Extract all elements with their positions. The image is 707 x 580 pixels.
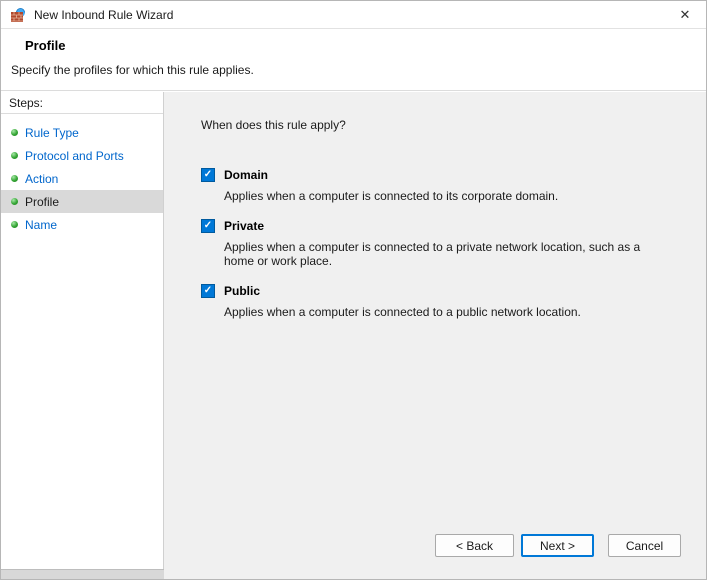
step-bullet-icon	[11, 129, 18, 136]
step-label: Profile	[25, 194, 60, 209]
background-window-sliver	[1, 569, 164, 579]
public-checkbox[interactable]: ✓	[201, 283, 215, 298]
check-icon: ✓	[203, 169, 213, 180]
step-bullet-icon	[11, 221, 18, 228]
window-title: New Inbound Rule Wizard	[34, 7, 174, 22]
step-bullet-icon	[11, 152, 18, 159]
next-button[interactable]: Next >	[521, 534, 594, 557]
cancel-button[interactable]: Cancel	[608, 534, 681, 557]
private-description: Applies when a computer is connected to …	[224, 239, 641, 269]
question-text: When does this rule apply?	[201, 118, 346, 132]
steps-list: Rule Type Protocol and Ports Action Prof…	[1, 114, 163, 236]
sidebar-item-name[interactable]: Name	[1, 213, 163, 236]
domain-label: Domain	[224, 168, 269, 182]
domain-checkbox[interactable]: ✓	[201, 168, 215, 182]
steps-heading: Steps:	[1, 92, 163, 114]
sidebar-item-rule-type[interactable]: Rule Type	[1, 121, 163, 144]
step-label: Name	[25, 217, 58, 232]
steps-sidebar: Steps: Rule Type Protocol and Ports Acti…	[1, 92, 164, 579]
wizard-body: Steps: Rule Type Protocol and Ports Acti…	[1, 92, 706, 579]
wizard-window: New Inbound Rule Wizard ✕ Profile Specif…	[0, 0, 707, 580]
step-bullet-icon	[11, 175, 18, 182]
page-header: Profile Specify the profiles for which t…	[1, 30, 706, 91]
sidebar-item-profile[interactable]: Profile	[1, 190, 163, 213]
sidebar-item-protocol-and-ports[interactable]: Protocol and Ports	[1, 144, 163, 167]
step-label: Rule Type	[25, 125, 79, 140]
profile-row: ✓ Public	[201, 283, 676, 298]
firewall-icon	[10, 7, 26, 23]
profile-step-content: When does this rule apply? ✓ Domain Appl…	[164, 92, 706, 579]
domain-description: Applies when a computer is connected to …	[224, 189, 559, 203]
check-icon: ✓	[203, 284, 213, 296]
check-icon: ✓	[203, 219, 213, 231]
profile-row: ✓ Private	[201, 218, 676, 233]
public-description: Applies when a computer is connected to …	[224, 304, 581, 319]
step-bullet-icon	[11, 198, 18, 205]
profile-group-private: ✓ Private Applies when a computer is con…	[201, 218, 676, 269]
wizard-button-row: < Back Next > Cancel	[435, 534, 681, 557]
profile-row: ✓ Domain	[201, 168, 676, 182]
back-button[interactable]: < Back	[435, 534, 514, 557]
public-label: Public	[224, 283, 261, 298]
profile-group-public: ✓ Public Applies when a computer is conn…	[201, 283, 676, 320]
private-label: Private	[224, 218, 265, 233]
step-label: Action	[25, 171, 59, 186]
page-title: Profile	[25, 38, 66, 53]
sidebar-item-action[interactable]: Action	[1, 167, 163, 190]
close-button[interactable]: ✕	[664, 1, 706, 28]
close-icon: ✕	[679, 6, 691, 22]
profile-group-domain: ✓ Domain Applies when a computer is conn…	[201, 168, 676, 204]
page-subtitle: Specify the profiles for which this rule…	[11, 63, 254, 77]
step-label: Protocol and Ports	[25, 148, 124, 163]
private-checkbox[interactable]: ✓	[201, 218, 215, 233]
titlebar: New Inbound Rule Wizard ✕	[1, 1, 706, 29]
